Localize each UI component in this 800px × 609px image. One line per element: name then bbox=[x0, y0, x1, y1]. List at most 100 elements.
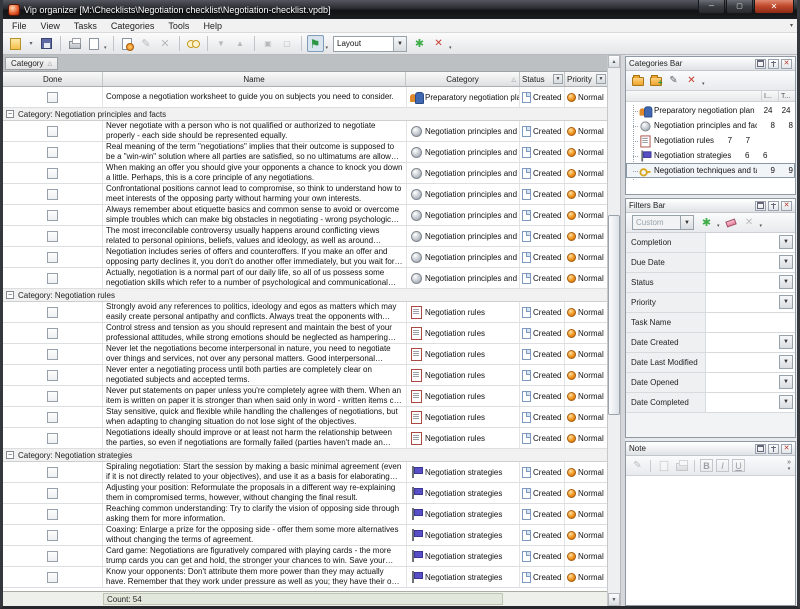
collapse-group-icon[interactable]: − bbox=[6, 291, 14, 299]
done-checkbox[interactable] bbox=[47, 252, 58, 263]
task-row[interactable]: Never enter a negotiating process until … bbox=[3, 365, 607, 386]
expand-all-icon[interactable]: ▣ bbox=[260, 35, 277, 52]
task-row[interactable]: When making an offer you should give you… bbox=[3, 163, 607, 184]
task-row[interactable]: Compose a negotiation worksheet to guide… bbox=[3, 87, 607, 108]
underline-icon[interactable]: U bbox=[732, 459, 745, 472]
group-row[interactable]: −Category: Negotiation principles and fa… bbox=[3, 108, 607, 121]
bold-icon[interactable]: B bbox=[700, 459, 713, 472]
filters-toolbar-overflow-icon[interactable]: ▾ bbox=[760, 223, 763, 229]
panel-pin-icon[interactable] bbox=[768, 444, 779, 454]
delete-layout-icon[interactable]: ✕ bbox=[430, 35, 447, 52]
done-checkbox[interactable] bbox=[47, 189, 58, 200]
done-checkbox[interactable] bbox=[47, 307, 58, 318]
filter-value[interactable] bbox=[706, 333, 777, 352]
new-task-icon[interactable] bbox=[7, 35, 24, 52]
print-note-icon[interactable] bbox=[674, 458, 689, 473]
done-checkbox[interactable] bbox=[47, 168, 58, 179]
add-task-icon[interactable] bbox=[119, 35, 136, 52]
apply-filter-overflow-icon[interactable]: ▾ bbox=[717, 223, 720, 229]
delete-task-icon[interactable]: ✕ bbox=[157, 35, 174, 52]
done-checkbox[interactable] bbox=[47, 273, 58, 284]
collapse-all-icon[interactable]: ▢ bbox=[279, 35, 296, 52]
filter-preset-combo[interactable]: Custom ▼ bbox=[632, 215, 694, 230]
done-checkbox[interactable] bbox=[47, 126, 58, 137]
filter-dropdown-icon[interactable]: ▼ bbox=[779, 375, 793, 389]
done-checkbox[interactable] bbox=[47, 551, 58, 562]
filter-dropdown-icon[interactable]: ▼ bbox=[779, 355, 793, 369]
task-row[interactable]: Stay sensitive, quick and flexible while… bbox=[3, 407, 607, 428]
panel-restore-icon[interactable] bbox=[755, 59, 766, 69]
done-checkbox[interactable] bbox=[47, 433, 58, 444]
clear-filter-icon[interactable] bbox=[724, 215, 739, 230]
task-row[interactable]: Never put statements on paper unless you… bbox=[3, 386, 607, 407]
done-checkbox[interactable] bbox=[47, 328, 58, 339]
task-row[interactable]: Reaching common understanding: Try to cl… bbox=[3, 504, 607, 525]
category-tree-item[interactable]: Negotiation techniques and tactics99 bbox=[626, 163, 795, 178]
print-preview-icon[interactable] bbox=[85, 35, 102, 52]
column-header-priority[interactable]: Priority▼ bbox=[565, 72, 607, 86]
scroll-down-icon[interactable]: ▼ bbox=[608, 593, 620, 606]
panel-close-icon[interactable]: ✕ bbox=[781, 444, 792, 454]
edit-category-icon[interactable]: ✎ bbox=[666, 73, 681, 88]
filter-dropdown-icon[interactable]: ▼ bbox=[779, 335, 793, 349]
new-subcategory-icon[interactable]: + bbox=[648, 73, 663, 88]
layout-combo[interactable]: Layout ▼ bbox=[333, 36, 407, 52]
collapse-group-icon[interactable]: − bbox=[6, 110, 14, 118]
done-checkbox[interactable] bbox=[47, 412, 58, 423]
apply-filter-icon[interactable]: ✱ bbox=[699, 215, 714, 230]
task-row[interactable]: Card game: Negotiations are figuratively… bbox=[3, 546, 607, 567]
filter-value[interactable] bbox=[706, 253, 777, 272]
panel-restore-icon[interactable] bbox=[755, 201, 766, 211]
apply-layout-icon[interactable]: ✱ bbox=[411, 35, 428, 52]
task-row[interactable]: Strongly avoid any references to politic… bbox=[3, 302, 607, 323]
collapse-group-icon[interactable]: − bbox=[6, 451, 14, 459]
done-checkbox[interactable] bbox=[47, 231, 58, 242]
column-header-status[interactable]: Status▼ bbox=[520, 72, 565, 86]
done-checkbox[interactable] bbox=[47, 370, 58, 381]
filter-value[interactable] bbox=[706, 233, 777, 252]
filter-value[interactable] bbox=[706, 353, 777, 372]
task-row[interactable]: Never negotiate with a person who is not… bbox=[3, 121, 607, 142]
new-dropdown-icon[interactable]: ▾ bbox=[26, 35, 36, 52]
task-row[interactable]: Control stress and tension as you should… bbox=[3, 323, 607, 344]
move-up-icon[interactable]: ▲ bbox=[232, 35, 249, 52]
done-checkbox[interactable] bbox=[47, 391, 58, 402]
task-row[interactable]: Negotiation includes series of offers an… bbox=[3, 247, 607, 268]
task-row[interactable]: Negotiations ideally should improve or a… bbox=[3, 428, 607, 449]
menu-help[interactable]: Help bbox=[196, 19, 229, 32]
task-row[interactable]: Know your opponents: Don't attribute the… bbox=[3, 567, 607, 588]
done-checkbox[interactable] bbox=[47, 349, 58, 360]
insert-note-icon[interactable] bbox=[656, 458, 671, 473]
layout-combo-dropdown-icon[interactable]: ▼ bbox=[393, 37, 406, 51]
menu-file[interactable]: File bbox=[5, 19, 34, 32]
filter-preset-dropdown-icon[interactable]: ▼ bbox=[680, 216, 693, 229]
category-tree-item[interactable]: Negotiation strategies66 bbox=[626, 148, 795, 163]
done-checkbox[interactable] bbox=[47, 572, 58, 583]
toolbar-overflow-icon[interactable]: ▾ bbox=[449, 45, 452, 51]
task-row[interactable]: Adjusting your position: Reformulate the… bbox=[3, 483, 607, 504]
task-row[interactable]: Always remember about etiquette basics a… bbox=[3, 205, 607, 226]
done-checkbox[interactable] bbox=[47, 147, 58, 158]
filter-value[interactable] bbox=[706, 273, 777, 292]
category-tree-item[interactable]: Preparatory negotiation plan2424 bbox=[626, 103, 795, 118]
panel-close-icon[interactable]: ✕ bbox=[781, 201, 792, 211]
done-checkbox[interactable] bbox=[47, 509, 58, 520]
filter-dropdown-icon[interactable]: ▼ bbox=[779, 255, 793, 269]
menu-tools[interactable]: Tools bbox=[161, 19, 196, 32]
filter-value[interactable] bbox=[706, 373, 777, 392]
scroll-up-icon[interactable]: ▲ bbox=[608, 55, 620, 68]
new-category-icon[interactable] bbox=[630, 73, 645, 88]
menu-view[interactable]: View bbox=[34, 19, 67, 32]
panel-restore-icon[interactable] bbox=[755, 444, 766, 454]
task-row[interactable]: The most irreconcilable controversy usua… bbox=[3, 226, 607, 247]
close-button[interactable]: ✕ bbox=[754, 0, 794, 14]
column-header-name[interactable]: Name bbox=[103, 72, 406, 86]
menu-categories[interactable]: Categories bbox=[104, 19, 162, 32]
delete-filter-icon[interactable]: ✕ bbox=[742, 215, 757, 230]
panel-pin-icon[interactable] bbox=[768, 201, 779, 211]
print-icon[interactable] bbox=[66, 35, 83, 52]
layout-flag-icon[interactable]: ⚑ bbox=[307, 35, 324, 52]
panel-pin-icon[interactable] bbox=[768, 59, 779, 69]
task-row[interactable]: Never let the negotiations become interp… bbox=[3, 344, 607, 365]
menubar-overflow-icon[interactable]: ▾ bbox=[790, 22, 793, 29]
